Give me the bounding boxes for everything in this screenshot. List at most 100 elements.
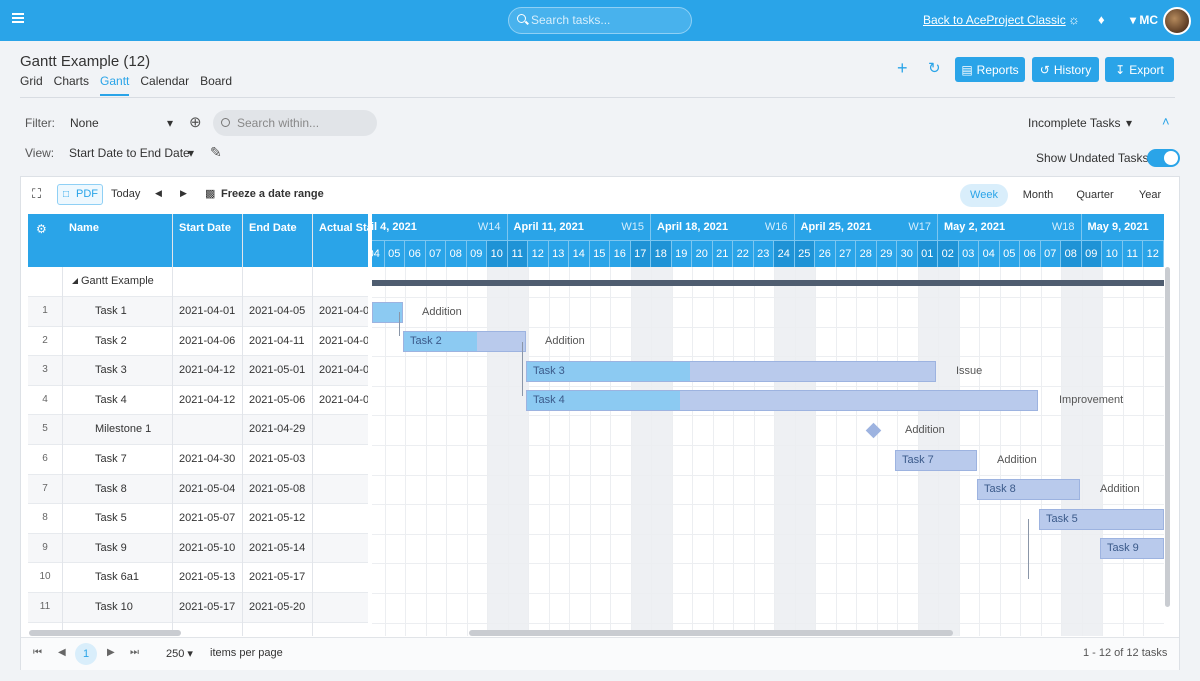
gantt-panel: ⛶ □ PDF Today ◀ ▶ ▩ Freeze a date range … [20, 176, 1180, 670]
top-bar: Search tasks... Back to AceProject Class… [0, 0, 1200, 41]
chevron-down-icon[interactable]: ▾ [188, 146, 194, 160]
start-date: 2021-04-06 [179, 334, 236, 347]
week-number: W16 [764, 221, 788, 233]
scale-month[interactable]: Month [1016, 184, 1060, 207]
week-label: May 9, 2021 [1087, 221, 1149, 233]
summary-bar[interactable] [372, 280, 1164, 286]
table-row[interactable]: 6 Task 7 2021-04-30 2021-05-03 [28, 445, 368, 475]
weekend-shade [794, 267, 815, 636]
show-undated-toggle[interactable] [1147, 149, 1180, 167]
collapse-triangle-icon[interactable]: ◢ [72, 276, 78, 285]
fullscreen-icon[interactable]: ⛶ [32, 186, 41, 202]
task-bar[interactable]: Task 5 [1039, 508, 1164, 530]
view-select[interactable]: Start Date to End Date [69, 146, 190, 160]
task-bar[interactable]: Task 8 [977, 479, 1080, 501]
tab-grid[interactable]: Grid [20, 74, 43, 96]
grid-scrollbar[interactable] [29, 630, 181, 636]
next-icon[interactable]: ▶ [180, 188, 187, 199]
col-divider [62, 267, 63, 636]
dependency-line [1028, 519, 1029, 579]
start-date: 2021-05-10 [179, 541, 236, 554]
edit-icon[interactable]: ✎ [210, 144, 222, 161]
add-task-button[interactable]: + [897, 58, 908, 79]
table-row[interactable]: 4 Task 4 2021-04-12 2021-05-06 2021-04-0 [28, 386, 368, 416]
search-within-input[interactable]: Search within... [213, 110, 377, 136]
scale-quarter[interactable]: Quarter [1071, 184, 1119, 207]
user-menu[interactable]: ▾ MC [1130, 13, 1158, 27]
refresh-button[interactable]: ↻ [928, 59, 941, 77]
vertical-scrollbar[interactable] [1165, 267, 1170, 607]
export-button[interactable]: ↧ Export [1105, 57, 1174, 82]
back-to-classic-link[interactable]: Back to AceProject Classic [923, 13, 1066, 27]
today-button[interactable]: Today [111, 188, 140, 200]
freeze-date-range-button[interactable]: Freeze a date range [221, 188, 324, 200]
task-bar[interactable]: Task 3 [526, 360, 936, 382]
menu-icon[interactable] [12, 13, 24, 23]
status-filter-select[interactable]: Incomplete Tasks [1028, 116, 1121, 130]
timeline-day: 02 [938, 241, 959, 267]
task-bar[interactable]: Task 7 [895, 449, 977, 471]
row-number: 2 [42, 334, 48, 346]
tab-calendar[interactable]: Calendar [140, 74, 189, 96]
col-end-date[interactable]: End Date [249, 222, 297, 234]
reports-button[interactable]: ▤ Reports [955, 57, 1025, 82]
day-gridline [1122, 267, 1124, 636]
task-bar[interactable]: Task 9 [1100, 538, 1164, 560]
task-bar[interactable]: Task 4 [526, 390, 1038, 412]
timeline-day: 04 [979, 241, 1000, 267]
timeline-day: 09 [466, 241, 487, 267]
pdf-button[interactable]: □ PDF [57, 184, 103, 205]
col-actual-start[interactable]: Actual Sta [319, 222, 368, 234]
bell-icon[interactable]: ♦ [1098, 12, 1105, 27]
prev-icon[interactable]: ◀ [155, 188, 162, 199]
scale-year[interactable]: Year [1132, 184, 1168, 207]
row-gridline [372, 445, 1164, 446]
row-gridline [372, 385, 1164, 387]
settings-icon[interactable]: ⚙ [36, 222, 47, 236]
chevron-down-icon[interactable]: ▾ [1126, 116, 1132, 130]
table-row[interactable]: 7 Task 8 2021-05-04 2021-05-08 [28, 474, 368, 505]
task-category-label: Addition [422, 305, 462, 318]
tab-gantt[interactable]: Gantt [100, 74, 130, 96]
table-row[interactable]: 9 Task 9 2021-05-10 2021-05-14 [28, 533, 368, 564]
group-row[interactable]: ◢ Gantt Example [28, 267, 368, 297]
table-row[interactable]: 11 Task 10 2021-05-17 2021-05-20 [28, 593, 368, 623]
table-row[interactable]: 5 Milestone 1 2021-04-29 [28, 415, 368, 445]
table-row[interactable]: 10 Task 6a1 2021-05-13 2021-05-17 [28, 563, 368, 593]
day-gridline [610, 267, 611, 636]
chevron-down-icon[interactable]: ▾ [167, 116, 173, 130]
collapse-icon[interactable]: ˄ [1162, 114, 1170, 129]
row-number: 3 [42, 364, 48, 376]
end-date: 2021-05-20 [249, 601, 306, 613]
avatar[interactable] [1163, 7, 1191, 35]
add-filter-icon[interactable]: ⊕ [189, 113, 202, 131]
current-page[interactable]: 1 [75, 643, 97, 665]
next-page-icon[interactable]: ▶ [107, 647, 115, 658]
timeline-week: April 4, 2021 W14 [372, 214, 508, 241]
tab-board[interactable]: Board [200, 74, 232, 96]
row-gridline [372, 474, 1164, 476]
task-category-label: Improvement [1059, 394, 1124, 407]
timeline-day: 23 [753, 241, 774, 267]
chart-scrollbar[interactable] [469, 630, 953, 636]
table-row[interactable]: 2 Task 2 2021-04-06 2021-04-11 2021-04-0 [28, 327, 368, 357]
col-start-date[interactable]: Start Date [179, 222, 231, 234]
col-name[interactable]: Name [69, 222, 99, 234]
prev-page-icon[interactable]: ◀ [58, 647, 66, 658]
task-bar[interactable]: Task 2 [403, 331, 526, 353]
history-button[interactable]: ↺ History [1032, 57, 1099, 82]
first-page-icon[interactable]: ⏮ [33, 647, 42, 658]
page-size-select[interactable]: 250 ▾ [166, 647, 193, 660]
filter-select[interactable]: None [70, 116, 99, 130]
table-row[interactable]: 3 Task 3 2021-04-12 2021-05-01 2021-04-0 [28, 356, 368, 386]
table-row[interactable]: 8 Task 5 2021-05-07 2021-05-12 [28, 504, 368, 534]
scale-week[interactable]: Week [960, 184, 1008, 207]
timeline-day: 16 [610, 241, 631, 267]
milestone-marker[interactable] [865, 422, 882, 439]
table-row[interactable]: 1 Task 1 2021-04-01 2021-04-05 2021-04-0 [28, 297, 368, 327]
task-category-label: Addition [1100, 483, 1140, 496]
tab-charts[interactable]: Charts [54, 74, 89, 96]
eye-slash-icon[interactable]: ☼ [1068, 12, 1080, 27]
task-search-input[interactable]: Search tasks... [508, 7, 692, 34]
last-page-icon[interactable]: ⏭ [130, 647, 139, 658]
